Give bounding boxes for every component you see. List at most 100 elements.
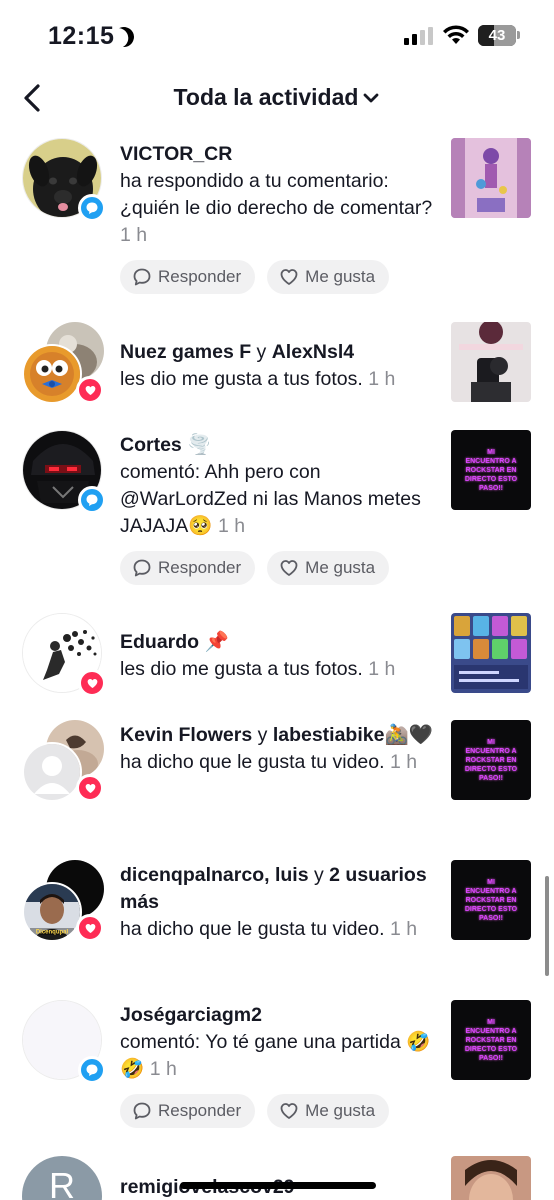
- activity-message: ha dicho que le gusta tu video.: [120, 918, 385, 940]
- reply-button[interactable]: Responder: [120, 260, 256, 294]
- avatar-group[interactable]: [22, 1000, 106, 1084]
- activity-message: les dio me gusta a tus fotos.: [120, 368, 363, 390]
- like-badge: [76, 774, 104, 802]
- activity-text: VICTOR_CR ha respondido a tu comentario:…: [120, 141, 438, 249]
- username[interactable]: Joségarciagm2: [120, 1004, 262, 1026]
- comment-icon: [86, 494, 98, 506]
- like-label: Me gusta: [305, 1101, 376, 1120]
- moon-icon: [111, 24, 137, 50]
- avatar-group[interactable]: [22, 138, 106, 222]
- avatar-group[interactable]: R: [22, 1156, 104, 1200]
- heart-icon: [85, 385, 95, 395]
- home-indicator[interactable]: [180, 1182, 376, 1189]
- post-thumbnail[interactable]: MI ENCUENTRO A ROCKSTAR EN DIRECTO ESTO …: [451, 1000, 531, 1080]
- activity-time: 1 h: [389, 918, 418, 940]
- joiner: y: [257, 724, 268, 746]
- activity-time: 1 h: [149, 1058, 177, 1080]
- comment-badge: [78, 194, 106, 222]
- status-time: 12:15: [48, 22, 115, 50]
- like-comment-button[interactable]: Me gusta: [267, 551, 390, 585]
- like-badge: [76, 914, 104, 942]
- page-title: Toda la actividad: [173, 84, 359, 110]
- activity-text: Kevin Flowers y labestiabike🚵🖤 ha dicho …: [120, 722, 438, 776]
- activity-item[interactable]: Dicenqupal dicenqpalnarco, luis y 2 usua…: [0, 860, 554, 970]
- avatar[interactable]: [22, 742, 82, 802]
- activity-text: Cortes 🌪️ comentó: Ahh pero con @WarLord…: [120, 432, 438, 540]
- scrollbar[interactable]: [545, 876, 549, 976]
- activity-time: 1 h: [368, 658, 396, 680]
- reply-label: Responder: [158, 1101, 242, 1120]
- activity-message: ha respondido a tu comentario: ¿quién le…: [120, 170, 433, 219]
- thumbnail-caption: MI ENCUENTRO A ROCKSTAR EN DIRECTO ESTO …: [464, 1018, 518, 1062]
- item-actions: Responder Me gusta: [120, 1094, 390, 1128]
- username[interactable]: Nuez games F: [120, 341, 251, 363]
- username[interactable]: Eduardo 📌: [120, 631, 229, 653]
- reply-label: Responder: [158, 267, 242, 286]
- battery-tip: [517, 31, 520, 39]
- avatar[interactable]: [22, 344, 82, 404]
- reply-button[interactable]: Responder: [120, 551, 256, 585]
- activity-text: dicenqpalnarco, luis y 2 usuarios más ha…: [120, 862, 438, 943]
- post-thumbnail[interactable]: [451, 322, 531, 402]
- comment-icon: [133, 559, 151, 577]
- activity-message: comentó: Ahh pero con @WarLordZed ni las…: [120, 461, 421, 537]
- post-thumbnail[interactable]: MI ENCUENTRO A ROCKSTAR EN DIRECTO ESTO …: [451, 860, 531, 940]
- avatar[interactable]: R: [22, 1156, 102, 1200]
- activity-item[interactable]: VICTOR_CR ha respondido a tu comentario:…: [0, 138, 554, 308]
- reply-button[interactable]: Responder: [120, 1094, 256, 1128]
- avatar-group[interactable]: [22, 720, 104, 802]
- like-label: Me gusta: [305, 267, 376, 286]
- post-thumbnail[interactable]: [451, 1156, 531, 1200]
- heart-icon: [85, 923, 95, 933]
- post-thumbnail[interactable]: [451, 613, 531, 693]
- joiner: y: [256, 341, 267, 363]
- avatar-group[interactable]: [22, 430, 106, 514]
- like-badge: [78, 669, 106, 697]
- activity-item[interactable]: Joségarciagm2 comentó: Yo té gane una pa…: [0, 1000, 554, 1140]
- thumbnail-caption: MI ENCUENTRO A ROCKSTAR EN DIRECTO ESTO …: [464, 448, 518, 492]
- activity-message: les dio me gusta a tus fotos.: [120, 658, 363, 680]
- reply-label: Responder: [158, 558, 242, 577]
- thumbnail-caption: MI ENCUENTRO A ROCKSTAR EN DIRECTO ESTO …: [464, 738, 518, 782]
- joiner: y: [313, 864, 324, 886]
- header: Toda la actividad: [0, 74, 554, 124]
- activity-item[interactable]: Nuez games F y AlexNsl4 les dio me gusta…: [0, 322, 554, 412]
- username[interactable]: labestiabike🚵🖤: [273, 724, 433, 746]
- avatar-group[interactable]: [22, 613, 106, 697]
- comment-icon: [86, 1064, 98, 1076]
- comment-badge: [78, 1056, 106, 1084]
- battery-level: 43: [488, 27, 506, 44]
- like-comment-button[interactable]: Me gusta: [267, 1094, 390, 1128]
- like-comment-button[interactable]: Me gusta: [267, 260, 390, 294]
- item-actions: Responder Me gusta: [120, 260, 390, 294]
- chevron-down-icon: [364, 93, 379, 102]
- username[interactable]: dicenqpalnarco, luis: [120, 864, 309, 886]
- username[interactable]: VICTOR_CR: [120, 143, 232, 165]
- username[interactable]: Kevin Flowers: [120, 724, 252, 746]
- activity-filter-dropdown[interactable]: Toda la actividad: [0, 84, 554, 111]
- post-thumbnail[interactable]: MI ENCUENTRO A ROCKSTAR EN DIRECTO ESTO …: [451, 430, 531, 510]
- activity-time: 1 h: [120, 224, 148, 246]
- activity-item[interactable]: R remigiovelascov29: [0, 1156, 554, 1200]
- activity-text: Eduardo 📌 les dio me gusta a tus fotos. …: [120, 629, 438, 683]
- avatar-group[interactable]: [22, 322, 104, 404]
- avatar-caption: Dicenqupal: [36, 930, 69, 936]
- activity-time: 1 h: [389, 751, 418, 773]
- heart-icon: [280, 1103, 298, 1119]
- heart-icon: [85, 783, 95, 793]
- activity-item[interactable]: Kevin Flowers y labestiabike🚵🖤 ha dicho …: [0, 720, 554, 830]
- avatar[interactable]: Dicenqupal: [22, 882, 82, 942]
- comment-icon: [86, 202, 98, 214]
- post-thumbnail[interactable]: [451, 138, 531, 218]
- item-actions: Responder Me gusta: [120, 551, 390, 585]
- activity-time: 1 h: [368, 368, 396, 390]
- activity-item[interactable]: Eduardo 📌 les dio me gusta a tus fotos. …: [0, 613, 554, 703]
- activity-text: Nuez games F y AlexNsl4 les dio me gusta…: [120, 339, 438, 393]
- username[interactable]: Cortes 🌪️: [120, 434, 211, 456]
- status-bar: 12:15 43: [0, 0, 554, 74]
- activity-item[interactable]: Cortes 🌪️ comentó: Ahh pero con @WarLord…: [0, 430, 554, 600]
- avatar-group[interactable]: Dicenqupal: [22, 860, 104, 942]
- username[interactable]: AlexNsl4: [272, 341, 354, 363]
- like-badge: [76, 376, 104, 404]
- post-thumbnail[interactable]: MI ENCUENTRO A ROCKSTAR EN DIRECTO ESTO …: [451, 720, 531, 800]
